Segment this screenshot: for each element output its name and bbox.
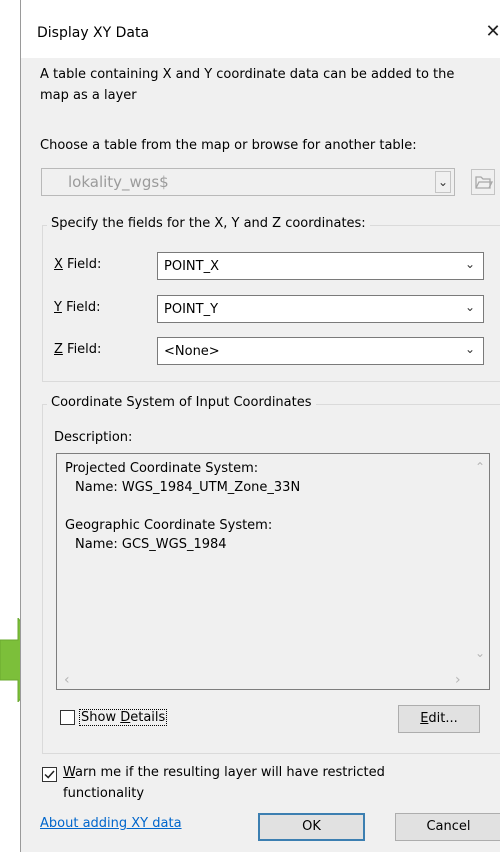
edit-rest: dit... xyxy=(428,711,458,726)
y-field-dropdown[interactable]: POINT_Y ⌄ xyxy=(157,295,484,323)
warn-key: W xyxy=(63,765,76,780)
x-field-dropdown[interactable]: POINT_X ⌄ xyxy=(157,252,484,280)
chevron-down-icon: ⌄ xyxy=(464,300,475,314)
y-field-value: POINT_Y xyxy=(164,302,219,317)
coordinate-group-title: Coordinate System of Input Coordinates xyxy=(47,395,316,410)
z-field-label-key: Z xyxy=(54,342,63,357)
warn-label-line-1: Warn me if the resulting layer will have… xyxy=(63,765,385,780)
z-field-value: <None> xyxy=(164,344,220,359)
scroll-down-icon[interactable]: ⌄ xyxy=(475,646,485,660)
description-line xyxy=(65,497,300,516)
edit-button[interactable]: Edit... xyxy=(398,705,480,733)
scroll-up-icon[interactable]: ⌃ xyxy=(475,460,485,474)
show-details-key: D xyxy=(120,710,131,725)
description-line: Geographic Coordinate System: xyxy=(65,518,273,533)
x-field-label: X Field: xyxy=(54,257,101,272)
x-field-label-key: X xyxy=(54,257,63,272)
z-field-dropdown[interactable]: <None> ⌄ xyxy=(157,337,484,365)
description-line: Name: GCS_WGS_1984 xyxy=(75,537,227,552)
y-field-label-rest: Field: xyxy=(61,300,101,315)
description-label: Description: xyxy=(54,430,133,445)
cancel-button[interactable]: Cancel xyxy=(395,813,500,841)
close-button[interactable]: ✕ xyxy=(478,17,500,47)
scroll-left-icon[interactable]: ‹ xyxy=(64,672,70,688)
chevron-down-icon: ⌄ xyxy=(435,171,451,193)
x-field-label-rest: Field: xyxy=(62,257,102,272)
description-textbox[interactable]: Projected Coordinate System: Name: WGS_1… xyxy=(56,453,490,690)
scroll-right-icon[interactable]: › xyxy=(455,672,461,688)
y-field-label: Y Field: xyxy=(54,300,100,315)
intro-line-2: map as a layer xyxy=(40,88,137,103)
warn-rest: arn me if the resulting layer will have … xyxy=(75,765,385,780)
warn-restricted-checkbox[interactable] xyxy=(42,767,57,782)
display-xy-data-dialog: Display XY Data ✕ A table containing X a… xyxy=(20,0,500,852)
table-prompt: Choose a table from the map or browse fo… xyxy=(40,138,417,153)
show-details-checkbox[interactable] xyxy=(60,710,75,725)
chevron-down-icon: ⌄ xyxy=(464,257,475,271)
fields-group-title: Specify the fields for the X, Y and Z co… xyxy=(47,216,370,231)
open-folder-icon xyxy=(475,176,494,189)
table-combobox[interactable]: lokality_wgs$ ⌄ xyxy=(41,168,455,196)
close-icon: ✕ xyxy=(485,21,500,42)
z-field-label: Z Field: xyxy=(54,342,101,357)
show-details-label[interactable]: Show Details xyxy=(79,709,168,726)
ok-button[interactable]: OK xyxy=(258,813,365,841)
checkmark-icon xyxy=(44,770,55,779)
description-line: Projected Coordinate System: xyxy=(65,461,259,476)
description-text: Projected Coordinate System: Name: WGS_1… xyxy=(65,459,300,554)
show-details-pre: Show xyxy=(81,710,121,725)
about-xy-data-link[interactable]: About adding XY data xyxy=(40,816,182,831)
browse-table-button[interactable] xyxy=(471,169,495,195)
description-line: Name: WGS_1984_UTM_Zone_33N xyxy=(75,480,301,495)
horizontal-scrollbar[interactable]: ‹ › xyxy=(57,672,471,689)
warn-label-line-2: functionality xyxy=(63,786,145,801)
z-field-label-rest: Field: xyxy=(62,342,102,357)
dialog-title: Display XY Data xyxy=(37,25,150,41)
intro-line-1: A table containing X and Y coordinate da… xyxy=(40,67,455,82)
y-field-label-key: Y xyxy=(54,300,62,315)
table-value: lokality_wgs$ xyxy=(68,173,169,191)
show-details-post: etails xyxy=(130,710,166,725)
chevron-down-icon: ⌄ xyxy=(464,342,475,356)
title-bar: Display XY Data ✕ xyxy=(21,0,500,58)
x-field-value: POINT_X xyxy=(164,259,219,274)
vertical-scrollbar[interactable]: ⌃ ⌄ xyxy=(472,454,489,672)
